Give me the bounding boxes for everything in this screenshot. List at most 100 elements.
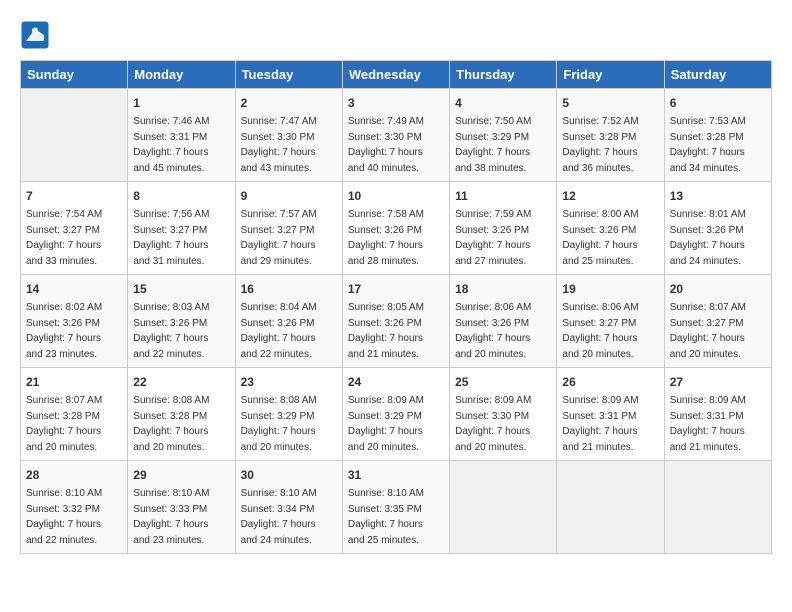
- day-info-line: and 25 minutes.: [348, 533, 444, 549]
- day-info-line: Sunset: 3:28 PM: [670, 130, 766, 146]
- day-number: 10: [348, 187, 444, 205]
- calendar-cell: 31Sunrise: 8:10 AMSunset: 3:35 PMDayligh…: [342, 461, 449, 554]
- day-info-line: and 20 minutes.: [562, 347, 658, 363]
- day-header-saturday: Saturday: [664, 61, 771, 89]
- calendar-cell: 23Sunrise: 8:08 AMSunset: 3:29 PMDayligh…: [235, 368, 342, 461]
- day-info-line: and 20 minutes.: [348, 440, 444, 456]
- day-info-line: Sunrise: 7:52 AM: [562, 114, 658, 130]
- day-info-line: and 21 minutes.: [670, 440, 766, 456]
- day-info-line: and 24 minutes.: [670, 254, 766, 270]
- day-info-line: Sunrise: 7:57 AM: [241, 207, 337, 223]
- calendar-cell: 3Sunrise: 7:49 AMSunset: 3:30 PMDaylight…: [342, 89, 449, 182]
- day-info-line: Sunrise: 8:03 AM: [133, 300, 229, 316]
- day-info-line: Sunrise: 7:56 AM: [133, 207, 229, 223]
- day-info-line: Sunset: 3:31 PM: [133, 130, 229, 146]
- day-info-line: and 23 minutes.: [133, 533, 229, 549]
- calendar-cell: 5Sunrise: 7:52 AMSunset: 3:28 PMDaylight…: [557, 89, 664, 182]
- day-info-line: and 20 minutes.: [455, 440, 551, 456]
- day-info-line: Sunset: 3:31 PM: [562, 409, 658, 425]
- day-info-line: Sunrise: 8:08 AM: [241, 393, 337, 409]
- day-number: 31: [348, 466, 444, 484]
- day-info-line: and 40 minutes.: [348, 161, 444, 177]
- day-info-line: Sunrise: 8:10 AM: [348, 486, 444, 502]
- day-header-thursday: Thursday: [450, 61, 557, 89]
- day-info-line: Sunset: 3:28 PM: [133, 409, 229, 425]
- day-number: 4: [455, 94, 551, 112]
- calendar-cell: 11Sunrise: 7:59 AMSunset: 3:26 PMDayligh…: [450, 182, 557, 275]
- day-number: 30: [241, 466, 337, 484]
- day-info-line: and 23 minutes.: [26, 347, 122, 363]
- day-info-line: and 33 minutes.: [26, 254, 122, 270]
- day-number: 29: [133, 466, 229, 484]
- day-info-line: Sunset: 3:27 PM: [241, 223, 337, 239]
- day-info-line: and 24 minutes.: [241, 533, 337, 549]
- calendar-cell: 26Sunrise: 8:09 AMSunset: 3:31 PMDayligh…: [557, 368, 664, 461]
- day-info-line: Sunrise: 8:09 AM: [455, 393, 551, 409]
- day-info-line: Sunset: 3:31 PM: [670, 409, 766, 425]
- day-number: 20: [670, 280, 766, 298]
- day-info-line: Daylight: 7 hours: [133, 331, 229, 347]
- calendar-week-row: 28Sunrise: 8:10 AMSunset: 3:32 PMDayligh…: [21, 461, 772, 554]
- day-info-line: Sunset: 3:30 PM: [348, 130, 444, 146]
- day-info-line: Sunrise: 8:10 AM: [241, 486, 337, 502]
- day-info-line: Sunset: 3:27 PM: [670, 316, 766, 332]
- calendar-cell: 17Sunrise: 8:05 AMSunset: 3:26 PMDayligh…: [342, 275, 449, 368]
- day-number: 7: [26, 187, 122, 205]
- day-number: 11: [455, 187, 551, 205]
- day-number: 28: [26, 466, 122, 484]
- day-info-line: Daylight: 7 hours: [348, 145, 444, 161]
- calendar-cell: 14Sunrise: 8:02 AMSunset: 3:26 PMDayligh…: [21, 275, 128, 368]
- calendar-cell: 13Sunrise: 8:01 AMSunset: 3:26 PMDayligh…: [664, 182, 771, 275]
- day-info-line: Daylight: 7 hours: [455, 331, 551, 347]
- day-info-line: Sunset: 3:26 PM: [562, 223, 658, 239]
- day-info-line: and 20 minutes.: [26, 440, 122, 456]
- day-info-line: Sunrise: 7:47 AM: [241, 114, 337, 130]
- day-info-line: Daylight: 7 hours: [348, 238, 444, 254]
- calendar-cell: [450, 461, 557, 554]
- calendar-week-row: 21Sunrise: 8:07 AMSunset: 3:28 PMDayligh…: [21, 368, 772, 461]
- day-info-line: and 21 minutes.: [562, 440, 658, 456]
- day-info-line: and 36 minutes.: [562, 161, 658, 177]
- calendar-table: SundayMondayTuesdayWednesdayThursdayFrid…: [20, 60, 772, 554]
- day-info-line: Sunrise: 7:54 AM: [26, 207, 122, 223]
- day-number: 6: [670, 94, 766, 112]
- day-number: 19: [562, 280, 658, 298]
- day-info-line: Sunrise: 8:09 AM: [670, 393, 766, 409]
- day-number: 27: [670, 373, 766, 391]
- calendar-cell: 19Sunrise: 8:06 AMSunset: 3:27 PMDayligh…: [557, 275, 664, 368]
- day-info-line: and 22 minutes.: [241, 347, 337, 363]
- day-info-line: Sunrise: 8:02 AM: [26, 300, 122, 316]
- calendar-cell: 21Sunrise: 8:07 AMSunset: 3:28 PMDayligh…: [21, 368, 128, 461]
- day-number: 24: [348, 373, 444, 391]
- day-info-line: Daylight: 7 hours: [562, 424, 658, 440]
- day-info-line: and 25 minutes.: [562, 254, 658, 270]
- day-number: 26: [562, 373, 658, 391]
- day-info-line: and 43 minutes.: [241, 161, 337, 177]
- day-info-line: Sunset: 3:26 PM: [348, 316, 444, 332]
- day-info-line: Sunset: 3:29 PM: [348, 409, 444, 425]
- day-info-line: Sunrise: 8:10 AM: [133, 486, 229, 502]
- calendar-cell: 16Sunrise: 8:04 AMSunset: 3:26 PMDayligh…: [235, 275, 342, 368]
- day-header-monday: Monday: [128, 61, 235, 89]
- calendar-week-row: 1Sunrise: 7:46 AMSunset: 3:31 PMDaylight…: [21, 89, 772, 182]
- day-number: 16: [241, 280, 337, 298]
- day-info-line: Sunset: 3:26 PM: [670, 223, 766, 239]
- day-info-line: Sunset: 3:30 PM: [241, 130, 337, 146]
- day-info-line: Daylight: 7 hours: [26, 331, 122, 347]
- day-info-line: Sunset: 3:27 PM: [562, 316, 658, 332]
- day-info-line: Sunrise: 8:09 AM: [348, 393, 444, 409]
- day-info-line: Sunset: 3:26 PM: [26, 316, 122, 332]
- day-info-line: and 20 minutes.: [455, 347, 551, 363]
- day-info-line: Sunrise: 7:46 AM: [133, 114, 229, 130]
- day-header-wednesday: Wednesday: [342, 61, 449, 89]
- calendar-cell: [21, 89, 128, 182]
- day-info-line: Sunset: 3:30 PM: [455, 409, 551, 425]
- calendar-cell: 29Sunrise: 8:10 AMSunset: 3:33 PMDayligh…: [128, 461, 235, 554]
- day-info-line: Sunset: 3:27 PM: [26, 223, 122, 239]
- day-info-line: Daylight: 7 hours: [26, 517, 122, 533]
- day-info-line: Sunrise: 8:01 AM: [670, 207, 766, 223]
- day-number: 5: [562, 94, 658, 112]
- day-info-line: Sunrise: 7:49 AM: [348, 114, 444, 130]
- day-info-line: Daylight: 7 hours: [241, 238, 337, 254]
- day-header-sunday: Sunday: [21, 61, 128, 89]
